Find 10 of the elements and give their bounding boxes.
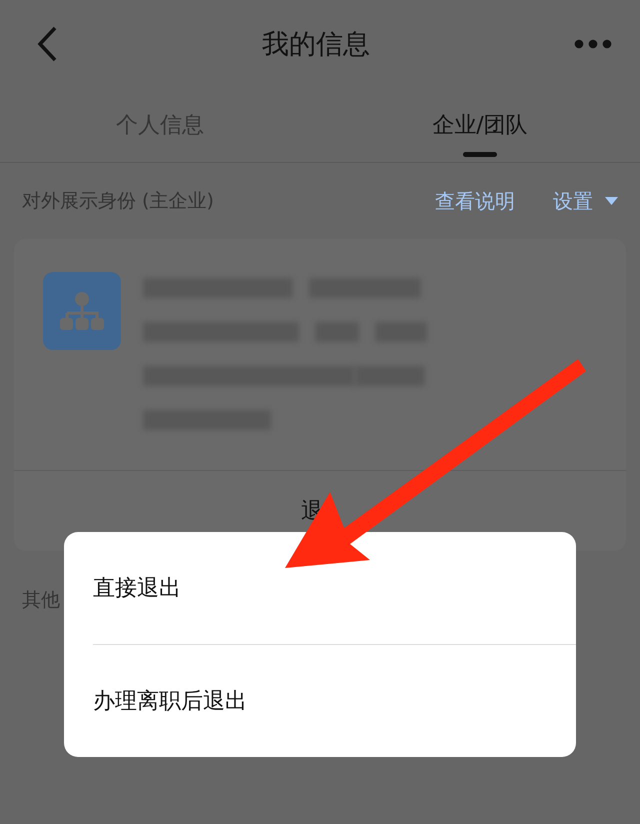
tab[interactable]: 企业/团队	[320, 88, 640, 162]
caret-icon	[605, 197, 618, 205]
menu-option[interactable]: 直接退出	[64, 532, 576, 644]
page-title: 我的信息	[262, 28, 370, 62]
settings-dropdown[interactable]: 设置	[553, 188, 618, 214]
back-icon[interactable]	[36, 26, 58, 62]
org-chart-icon	[43, 272, 121, 350]
more-icon[interactable]	[574, 39, 612, 49]
menu-option[interactable]: 办理离职后退出	[64, 645, 576, 757]
help-link[interactable]: 查看说明	[435, 188, 515, 214]
